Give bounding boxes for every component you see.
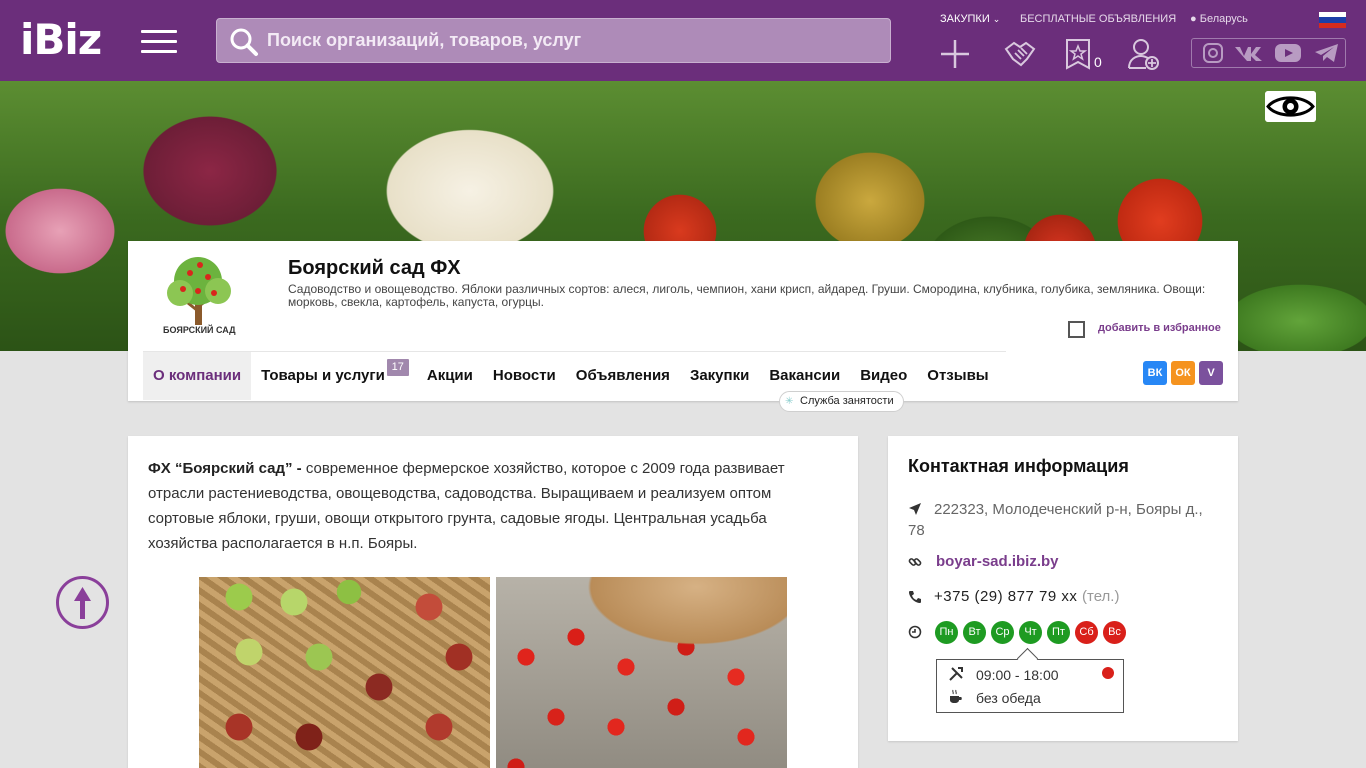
- purchases-link[interactable]: ЗАКУПКИ ⌄: [940, 13, 1000, 25]
- vk-share-icon[interactable]: ВК: [1143, 361, 1167, 385]
- company-logo-text: БОЯРСКИЙ САД: [163, 325, 236, 335]
- company-card: БОЯРСКИЙ САД Боярский сад ФХ Садоводство…: [128, 241, 1238, 412]
- contact-phone[interactable]: +375 (29) 877 79 xx (тел.): [934, 588, 1119, 605]
- company-logo[interactable]: [148, 251, 250, 351]
- products-count-badge: 17: [386, 359, 409, 376]
- phone-type: (тел.): [1082, 588, 1120, 605]
- closed-now-indicator: [1102, 667, 1114, 679]
- eye-icon[interactable]: [1265, 91, 1316, 122]
- add-favorite-link[interactable]: добавить в избранное: [1098, 322, 1221, 334]
- search-icon[interactable]: [229, 27, 259, 57]
- location-pin-icon: ●: [1190, 13, 1197, 25]
- coffee-cup-icon: [950, 689, 962, 703]
- ibiz-logo[interactable]: iBiz: [20, 18, 102, 62]
- tab-about[interactable]: О компании: [143, 352, 252, 400]
- day-fri[interactable]: Пт: [1047, 621, 1070, 644]
- job-service-badge[interactable]: Служба занятости: [779, 391, 904, 412]
- about-text: ФХ “Боярский сад” - современное фермерск…: [148, 456, 808, 556]
- contact-address: 222323, Молодеченский р-н, Бояры д., 78: [908, 501, 1203, 539]
- strawberries-photo[interactable]: [496, 577, 787, 768]
- top-navigation-bar: iBiz ЗАКУПКИ ⌄ БЕСПЛАТНЫЕ ОБЪЯВЛЕНИЯ ● Б…: [0, 0, 1366, 81]
- vk-icon[interactable]: [1234, 43, 1264, 63]
- contact-info-title: Контактная информация: [908, 456, 1129, 476]
- ok-share-icon[interactable]: ОК: [1171, 361, 1195, 385]
- add-icon[interactable]: [938, 37, 972, 71]
- company-description: Садоводство и овощеводство. Яблоки разли…: [288, 282, 1206, 309]
- region-label: Беларусь: [1199, 13, 1248, 25]
- working-hours: 09:00 - 18:00: [976, 667, 1059, 683]
- region-selector[interactable]: ● Беларусь: [1190, 13, 1248, 25]
- about-lead: ФХ “Боярский сад” -: [148, 460, 302, 477]
- company-name: Боярский сад ФХ: [288, 257, 461, 279]
- handshake-icon[interactable]: [1003, 37, 1037, 71]
- tab-products[interactable]: Товары и услуги 17: [251, 352, 409, 400]
- apples-photo[interactable]: [199, 577, 490, 768]
- clock-icon: [908, 625, 922, 639]
- link-icon: [908, 558, 922, 566]
- day-wed[interactable]: Ср: [991, 621, 1014, 644]
- purchases-label: ЗАКУПКИ: [940, 13, 990, 25]
- menu-icon[interactable]: [141, 30, 177, 54]
- russian-flag-icon[interactable]: [1319, 12, 1346, 28]
- working-days: Пн Вт Ср Чт Пт Сб Вс: [935, 621, 1126, 644]
- tab-purchases[interactable]: Закупки: [680, 352, 759, 400]
- instagram-icon[interactable]: [1202, 43, 1224, 63]
- social-links: [1191, 38, 1346, 68]
- telegram-icon[interactable]: [1314, 43, 1340, 63]
- contact-website-link[interactable]: boyar-sad.ibiz.by: [936, 553, 1059, 570]
- day-sun[interactable]: Вс: [1103, 621, 1126, 644]
- chevron-down-icon: ⌄: [992, 14, 1001, 24]
- tab-promotions[interactable]: Акции: [417, 352, 483, 400]
- day-mon[interactable]: Пн: [935, 621, 958, 644]
- lunch-break: без обеда: [976, 690, 1041, 706]
- favorites-count: 0: [1094, 54, 1102, 70]
- viber-share-icon[interactable]: V: [1199, 361, 1223, 385]
- tab-ads[interactable]: Объявления: [566, 352, 680, 400]
- tab-reviews[interactable]: Отзывы: [917, 352, 998, 400]
- tools-icon: [949, 667, 963, 681]
- youtube-icon[interactable]: [1274, 43, 1302, 63]
- scroll-to-top-icon[interactable]: [56, 576, 109, 629]
- working-hours-tooltip: 09:00 - 18:00 без обеда: [936, 659, 1124, 713]
- tab-products-label: Товары и услуги: [261, 367, 385, 384]
- day-tue[interactable]: Вт: [963, 621, 986, 644]
- favorites-star-icon[interactable]: [1061, 37, 1095, 71]
- day-thu[interactable]: Чт: [1019, 621, 1042, 644]
- phone-number: +375 (29) 877 79 xx: [934, 588, 1078, 605]
- day-sat[interactable]: Сб: [1075, 621, 1098, 644]
- add-favorite-checkbox[interactable]: [1068, 321, 1085, 338]
- add-user-icon[interactable]: [1126, 37, 1160, 71]
- phone-icon: [909, 591, 921, 603]
- search-bar: [216, 18, 891, 63]
- contact-info-card: Контактная информация 222323, Молодеченс…: [888, 436, 1238, 741]
- search-input[interactable]: [267, 19, 867, 62]
- free-ads-link[interactable]: БЕСПЛАТНЫЕ ОБЪЯВЛЕНИЯ: [1020, 13, 1176, 25]
- about-section: ФХ “Боярский сад” - современное фермерск…: [128, 436, 858, 768]
- tab-news[interactable]: Новости: [483, 352, 566, 400]
